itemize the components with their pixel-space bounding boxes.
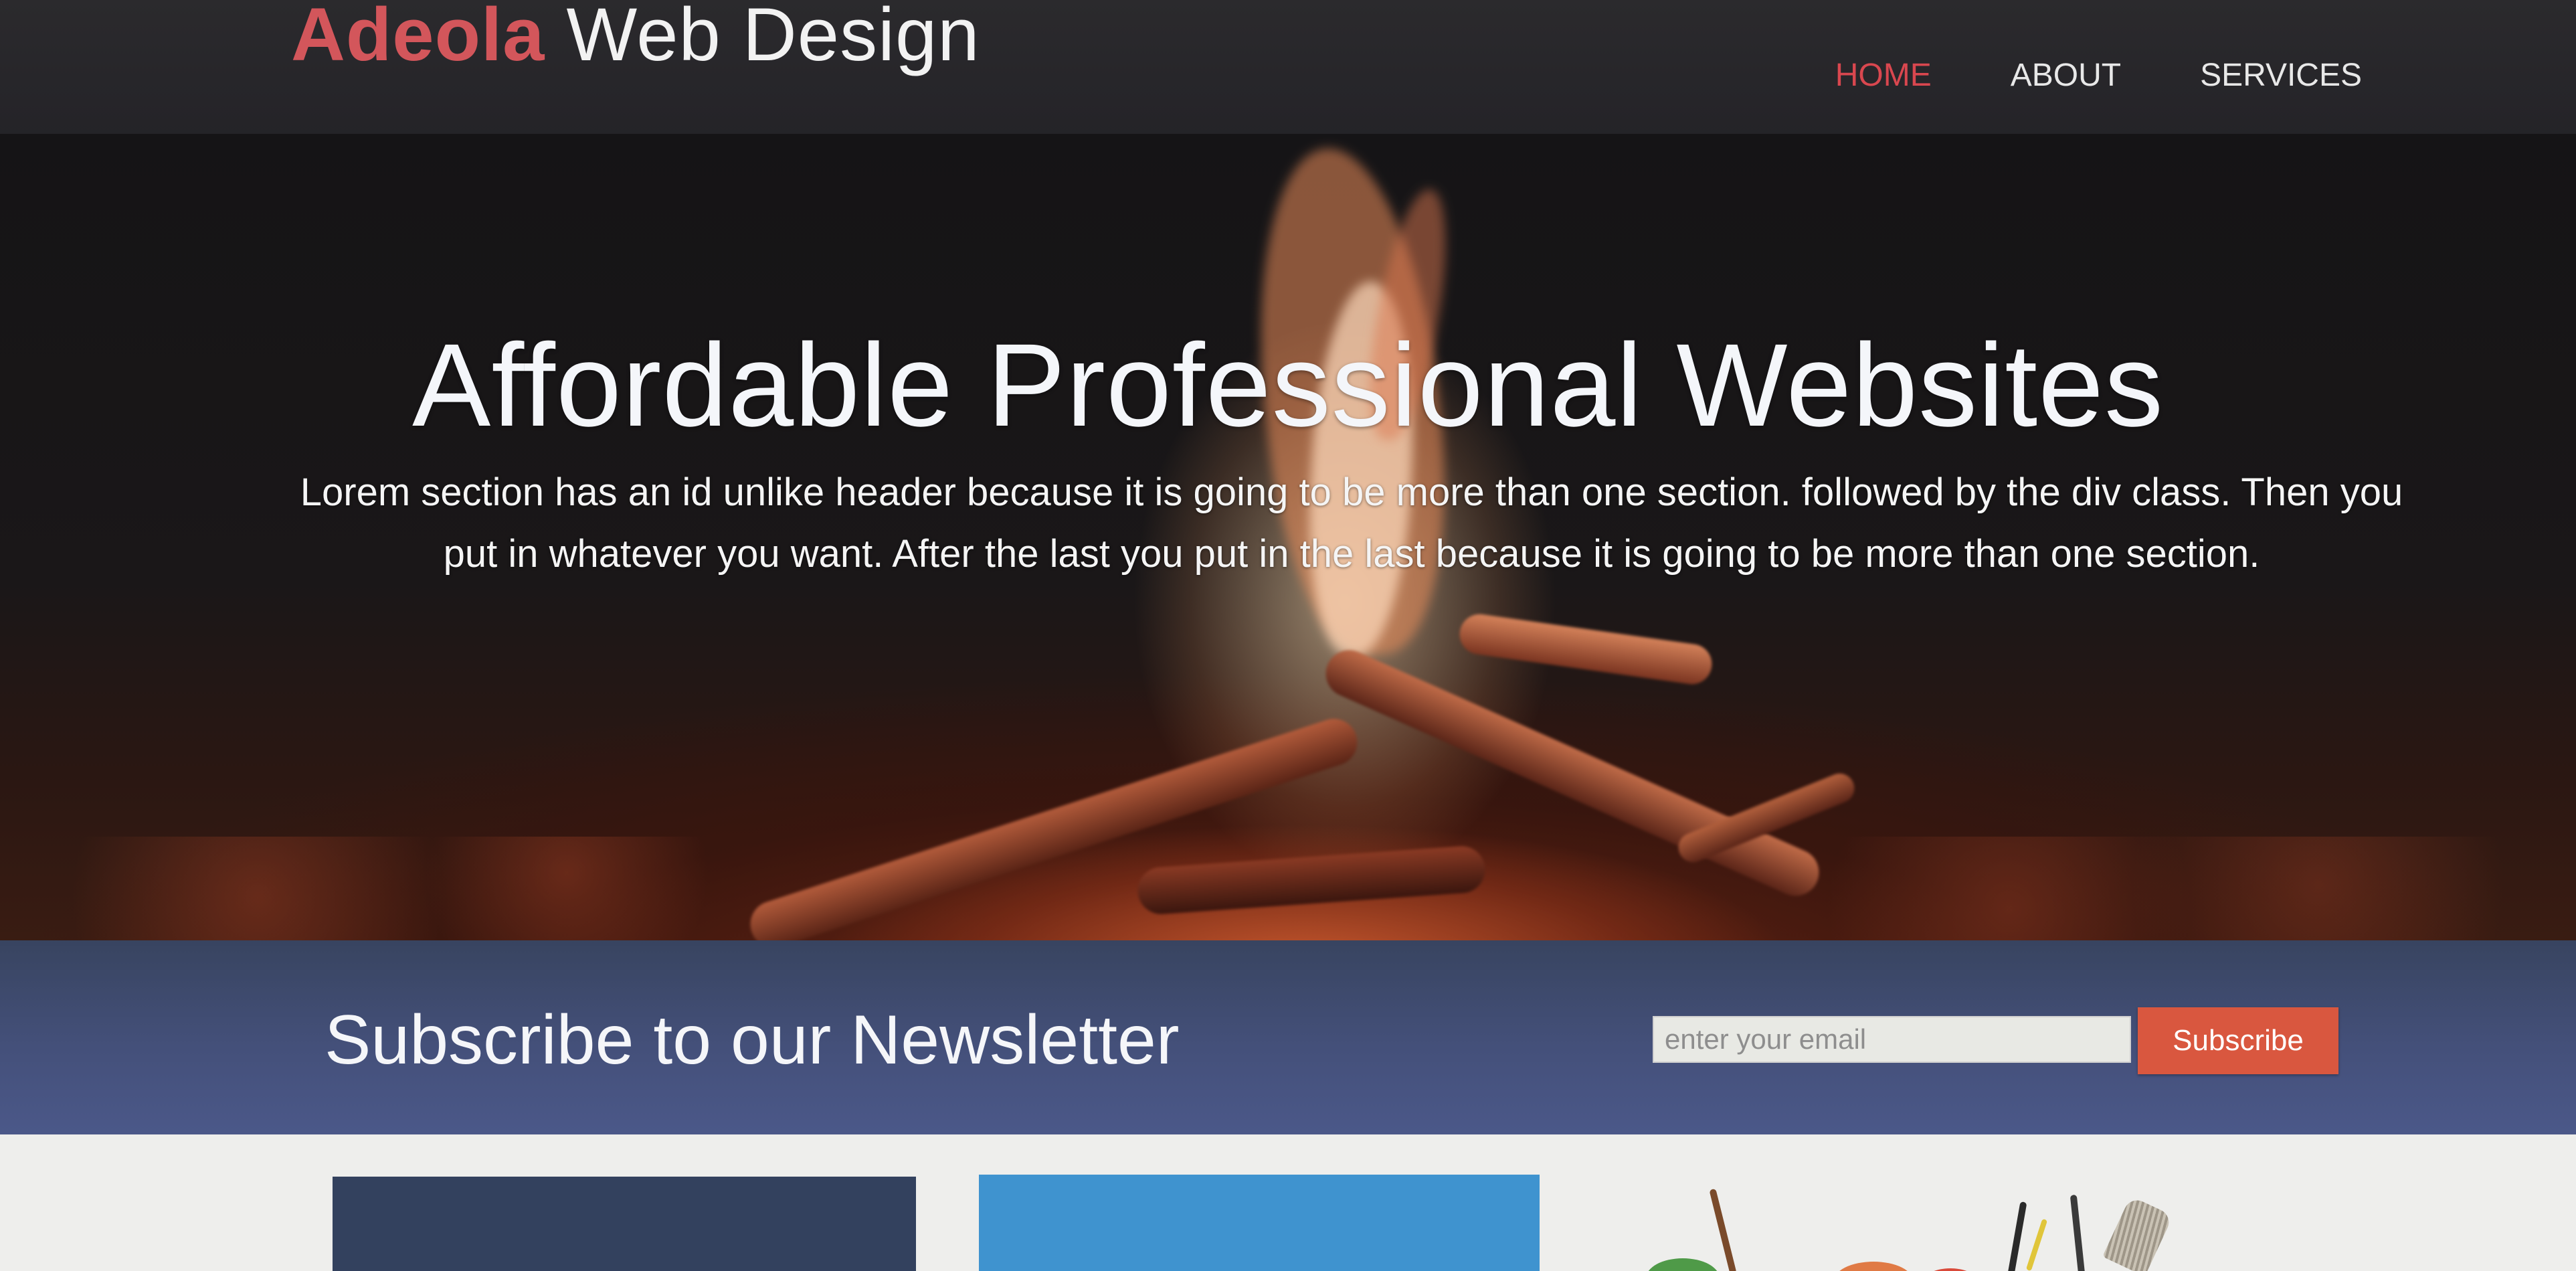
paint-splash-icon	[1646, 1258, 1720, 1271]
brand-logo[interactable]: Adeola Web Design	[291, 0, 980, 72]
nav-home-link[interactable]: HOME	[1835, 57, 1932, 94]
showcase-text: Lorem section has an id unlike header be…	[300, 471, 2403, 576]
brand-name-accent: Adeola	[291, 0, 545, 76]
paint-splash-icon	[1833, 1262, 1914, 1271]
box-image-blue	[979, 1175, 1540, 1271]
brush-bristles-icon	[2102, 1195, 2173, 1271]
main-nav: HOME ABOUT SERVICES	[1835, 57, 2362, 94]
paintbrush-icon	[1709, 1188, 1737, 1271]
newsletter-title: Subscribe to our Newsletter	[325, 1001, 1180, 1079]
nav-services-link[interactable]: SERVICES	[2200, 57, 2362, 94]
newsletter-email-input[interactable]	[1653, 1016, 2131, 1063]
paintbrush-icon	[2007, 1201, 2027, 1271]
brand-name-rest: Web Design	[566, 0, 980, 76]
box-image-paint-brushes	[1606, 1161, 2576, 1271]
paint-splash-icon	[1920, 1268, 1981, 1271]
paintbrush-icon	[2069, 1194, 2086, 1271]
campfire-log	[1457, 611, 1715, 687]
nav-about-link[interactable]: ABOUT	[2011, 57, 2121, 94]
newsletter-section: Subscribe to our Newsletter Subscribe	[0, 940, 2576, 1134]
showcase-section: Affordable Professional Websites Lorem s…	[0, 134, 2576, 947]
subscribe-button[interactable]: Subscribe	[2138, 1007, 2338, 1074]
pencil-icon	[2025, 1218, 2048, 1271]
boxes-section	[0, 1134, 2576, 1271]
page: Adeola Web Design HOME ABOUT SERVICES Af…	[0, 0, 2576, 1271]
box-image-dark	[333, 1177, 916, 1271]
showcase-title: Affordable Professional Websites	[411, 320, 2165, 451]
